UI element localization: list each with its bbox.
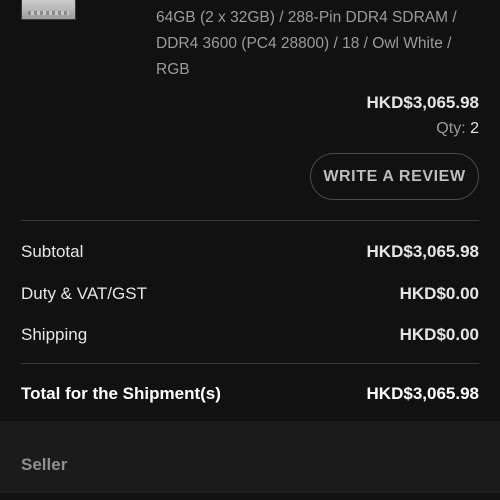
qty-label: Qty: — [436, 120, 466, 137]
subtotal-value: HKD$3,065.98 — [366, 242, 479, 261]
qty-value: 2 — [470, 120, 479, 137]
product-thumbnail[interactable] — [21, 0, 76, 20]
write-review-button[interactable]: WRITE A REVIEW — [310, 153, 479, 200]
shipping-value: HKD$0.00 — [399, 325, 479, 344]
product-description: 64GB (2 x 32GB) / 288-Pin DDR4 SDRAM / D… — [156, 9, 457, 78]
duty-value: HKD$0.00 — [399, 284, 479, 303]
shipping-label: Shipping — [21, 325, 88, 344]
seller-section: Seller — [0, 421, 500, 493]
total-row: Total for the Shipment(s) HKD$3,065.98 — [21, 382, 479, 406]
subtotal-label: Subtotal — [21, 242, 84, 261]
subtotal-row: Subtotal HKD$3,065.98 — [21, 240, 479, 264]
seller-heading: Seller — [21, 455, 68, 474]
total-label: Total for the Shipment(s) — [21, 384, 221, 403]
duty-row: Duty & VAT/GST HKD$0.00 — [21, 282, 479, 306]
product-quantity: Qty: 2 — [436, 120, 479, 138]
divider — [21, 220, 479, 221]
bottom-strip — [0, 493, 500, 500]
divider — [21, 363, 479, 364]
duty-label: Duty & VAT/GST — [21, 284, 147, 303]
product-price: HKD$3,065.98 — [366, 93, 479, 112]
shipping-row: Shipping HKD$0.00 — [21, 323, 479, 347]
total-value: HKD$3,065.98 — [366, 384, 479, 403]
